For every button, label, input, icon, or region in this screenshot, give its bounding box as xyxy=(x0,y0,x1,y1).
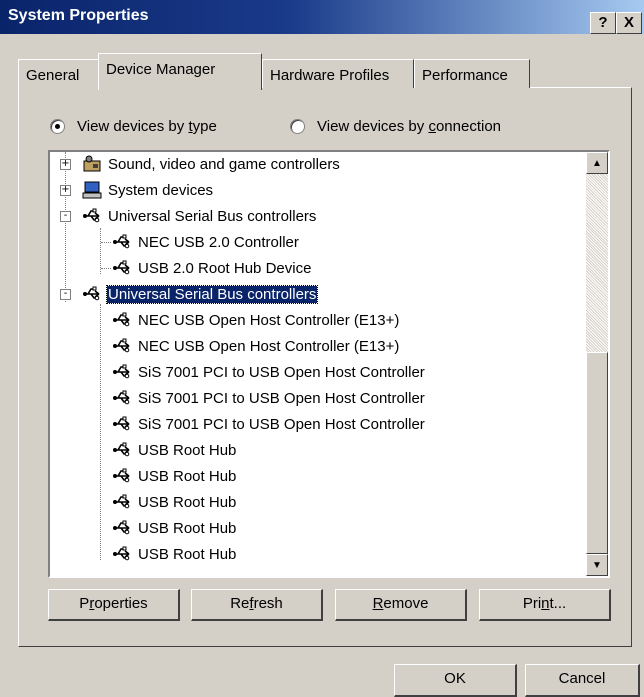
scroll-down-button[interactable]: ▼ xyxy=(586,554,608,576)
tree-item-device[interactable]: SiS 7001 PCI to USB Open Host Controller xyxy=(112,413,426,435)
radio-button-selected[interactable] xyxy=(50,119,65,134)
title-bar: System Properties ? X xyxy=(0,0,644,34)
radio-label: View devices by type xyxy=(77,118,217,135)
tab-label: General xyxy=(26,67,80,84)
help-button[interactable]: ? xyxy=(590,12,616,34)
tab-label: Hardware Profiles xyxy=(270,67,390,84)
tree-item-device[interactable]: NEC USB Open Host Controller (E13+) xyxy=(112,309,400,331)
tab-general[interactable]: General xyxy=(18,59,100,88)
remove-button[interactable]: Remove xyxy=(335,589,467,621)
properties-button[interactable]: Properties xyxy=(48,589,180,621)
cancel-button[interactable]: Cancel xyxy=(525,664,640,697)
tree-item-device[interactable]: USB Root Hub xyxy=(112,517,237,539)
computer-icon xyxy=(82,181,102,199)
usb-icon xyxy=(113,338,130,353)
tab-performance[interactable]: Performance xyxy=(414,59,530,88)
tree-item-sound-video-game[interactable]: Sound, video and game controllers xyxy=(82,153,341,175)
tree-item-system-devices[interactable]: System devices xyxy=(82,179,214,201)
window-title: System Properties xyxy=(8,7,149,24)
radio-view-by-connection[interactable]: View devices by connection xyxy=(290,118,501,135)
radio-label: View devices by connection xyxy=(317,118,502,135)
usb-icon xyxy=(83,208,100,223)
tree-item-device[interactable]: NEC USB 2.0 Controller xyxy=(112,231,300,253)
close-button[interactable]: X xyxy=(616,12,642,34)
device-tree-content: + + - - Sound, video and game controller… xyxy=(50,152,586,576)
usb-icon xyxy=(113,546,130,561)
tree-item-device[interactable]: USB Root Hub xyxy=(112,439,237,461)
scroll-thumb[interactable] xyxy=(586,352,608,554)
usb-icon xyxy=(113,260,130,275)
tree-line xyxy=(100,304,101,560)
usb-icon xyxy=(113,234,130,249)
expand-toggle[interactable]: + xyxy=(60,185,71,196)
usb-icon xyxy=(113,364,130,379)
tab-label: Performance xyxy=(422,67,508,84)
scroll-up-button[interactable]: ▲ xyxy=(586,152,608,174)
ok-button[interactable]: OK xyxy=(394,664,517,697)
tree-item-device[interactable]: USB Root Hub xyxy=(112,465,237,487)
expand-toggle[interactable]: + xyxy=(60,159,71,170)
tree-item-device[interactable]: NEC USB Open Host Controller (E13+) xyxy=(112,335,400,357)
tree-line xyxy=(101,242,111,243)
usb-icon xyxy=(113,468,130,483)
tree-item-device[interactable]: SiS 7001 PCI to USB Open Host Controller xyxy=(112,387,426,409)
usb-icon xyxy=(113,312,130,327)
tree-line xyxy=(65,152,66,302)
usb-icon xyxy=(113,520,130,535)
tree-item-usb-controllers-selected[interactable]: Universal Serial Bus controllers xyxy=(82,283,319,305)
tab-device-manager[interactable]: Device Manager xyxy=(98,53,262,90)
tab-label: Device Manager xyxy=(106,61,216,78)
collapse-toggle[interactable]: - xyxy=(60,289,71,300)
tree-item-usb-controllers[interactable]: Universal Serial Bus controllers xyxy=(82,205,317,227)
radio-view-by-type[interactable]: View devices by type xyxy=(50,118,217,135)
refresh-button[interactable]: Refresh xyxy=(191,589,323,621)
arrow-up-icon: ▲ xyxy=(592,157,602,169)
usb-icon xyxy=(113,442,130,457)
tree-item-device[interactable]: USB Root Hub xyxy=(112,491,237,513)
tab-hardware-profiles[interactable]: Hardware Profiles xyxy=(262,59,414,88)
tree-item-device[interactable]: SiS 7001 PCI to USB Open Host Controller xyxy=(112,361,426,383)
usb-icon xyxy=(83,286,100,301)
vertical-scrollbar[interactable]: ▲ ▼ xyxy=(586,152,608,576)
sound-icon xyxy=(83,155,101,172)
collapse-toggle[interactable]: - xyxy=(60,211,71,222)
usb-icon xyxy=(113,416,130,431)
radio-button[interactable] xyxy=(290,119,305,134)
usb-icon xyxy=(113,494,130,509)
arrow-down-icon: ▼ xyxy=(592,559,602,571)
tree-item-device[interactable]: USB Root Hub xyxy=(112,543,237,565)
print-button[interactable]: Print... xyxy=(479,589,611,621)
usb-icon xyxy=(113,390,130,405)
tree-item-device[interactable]: USB 2.0 Root Hub Device xyxy=(112,257,312,279)
device-tree[interactable]: + + - - Sound, video and game controller… xyxy=(48,150,610,578)
tree-line xyxy=(101,268,111,269)
